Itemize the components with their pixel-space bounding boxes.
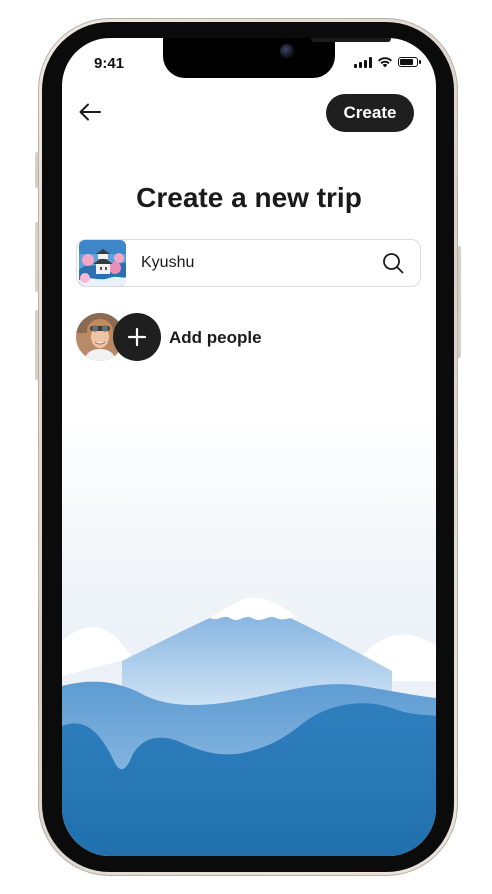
plus-icon bbox=[127, 327, 147, 347]
status-icons bbox=[354, 56, 421, 68]
wifi-icon bbox=[378, 57, 392, 68]
people-row: Add people bbox=[76, 312, 376, 362]
arrow-left-icon bbox=[79, 103, 101, 121]
app-screen: 9:41 Create Create a new trip Kyushu Add… bbox=[62, 38, 436, 856]
create-button[interactable]: Create bbox=[326, 94, 414, 132]
status-time: 9:41 bbox=[94, 55, 125, 72]
front-camera bbox=[280, 44, 294, 58]
battery-icon bbox=[398, 57, 421, 67]
back-button[interactable] bbox=[76, 98, 104, 126]
destination-input[interactable] bbox=[141, 252, 361, 274]
battery-level bbox=[400, 59, 413, 65]
notch bbox=[163, 38, 391, 78]
speaker-grille bbox=[311, 38, 391, 42]
destination-field[interactable] bbox=[76, 239, 421, 287]
mountain-landscape-illustration bbox=[62, 597, 436, 856]
castle-landscape-thumbnail bbox=[79, 240, 126, 286]
cellular-signal-icon bbox=[354, 56, 372, 68]
device-stage: 9:41 Create Create a new trip Kyushu Add… bbox=[0, 0, 492, 894]
page-title: Create a new trip bbox=[136, 182, 362, 213]
add-people-button[interactable] bbox=[113, 313, 161, 361]
add-people-label[interactable]: Add people bbox=[169, 328, 262, 348]
search-icon[interactable] bbox=[382, 252, 404, 274]
